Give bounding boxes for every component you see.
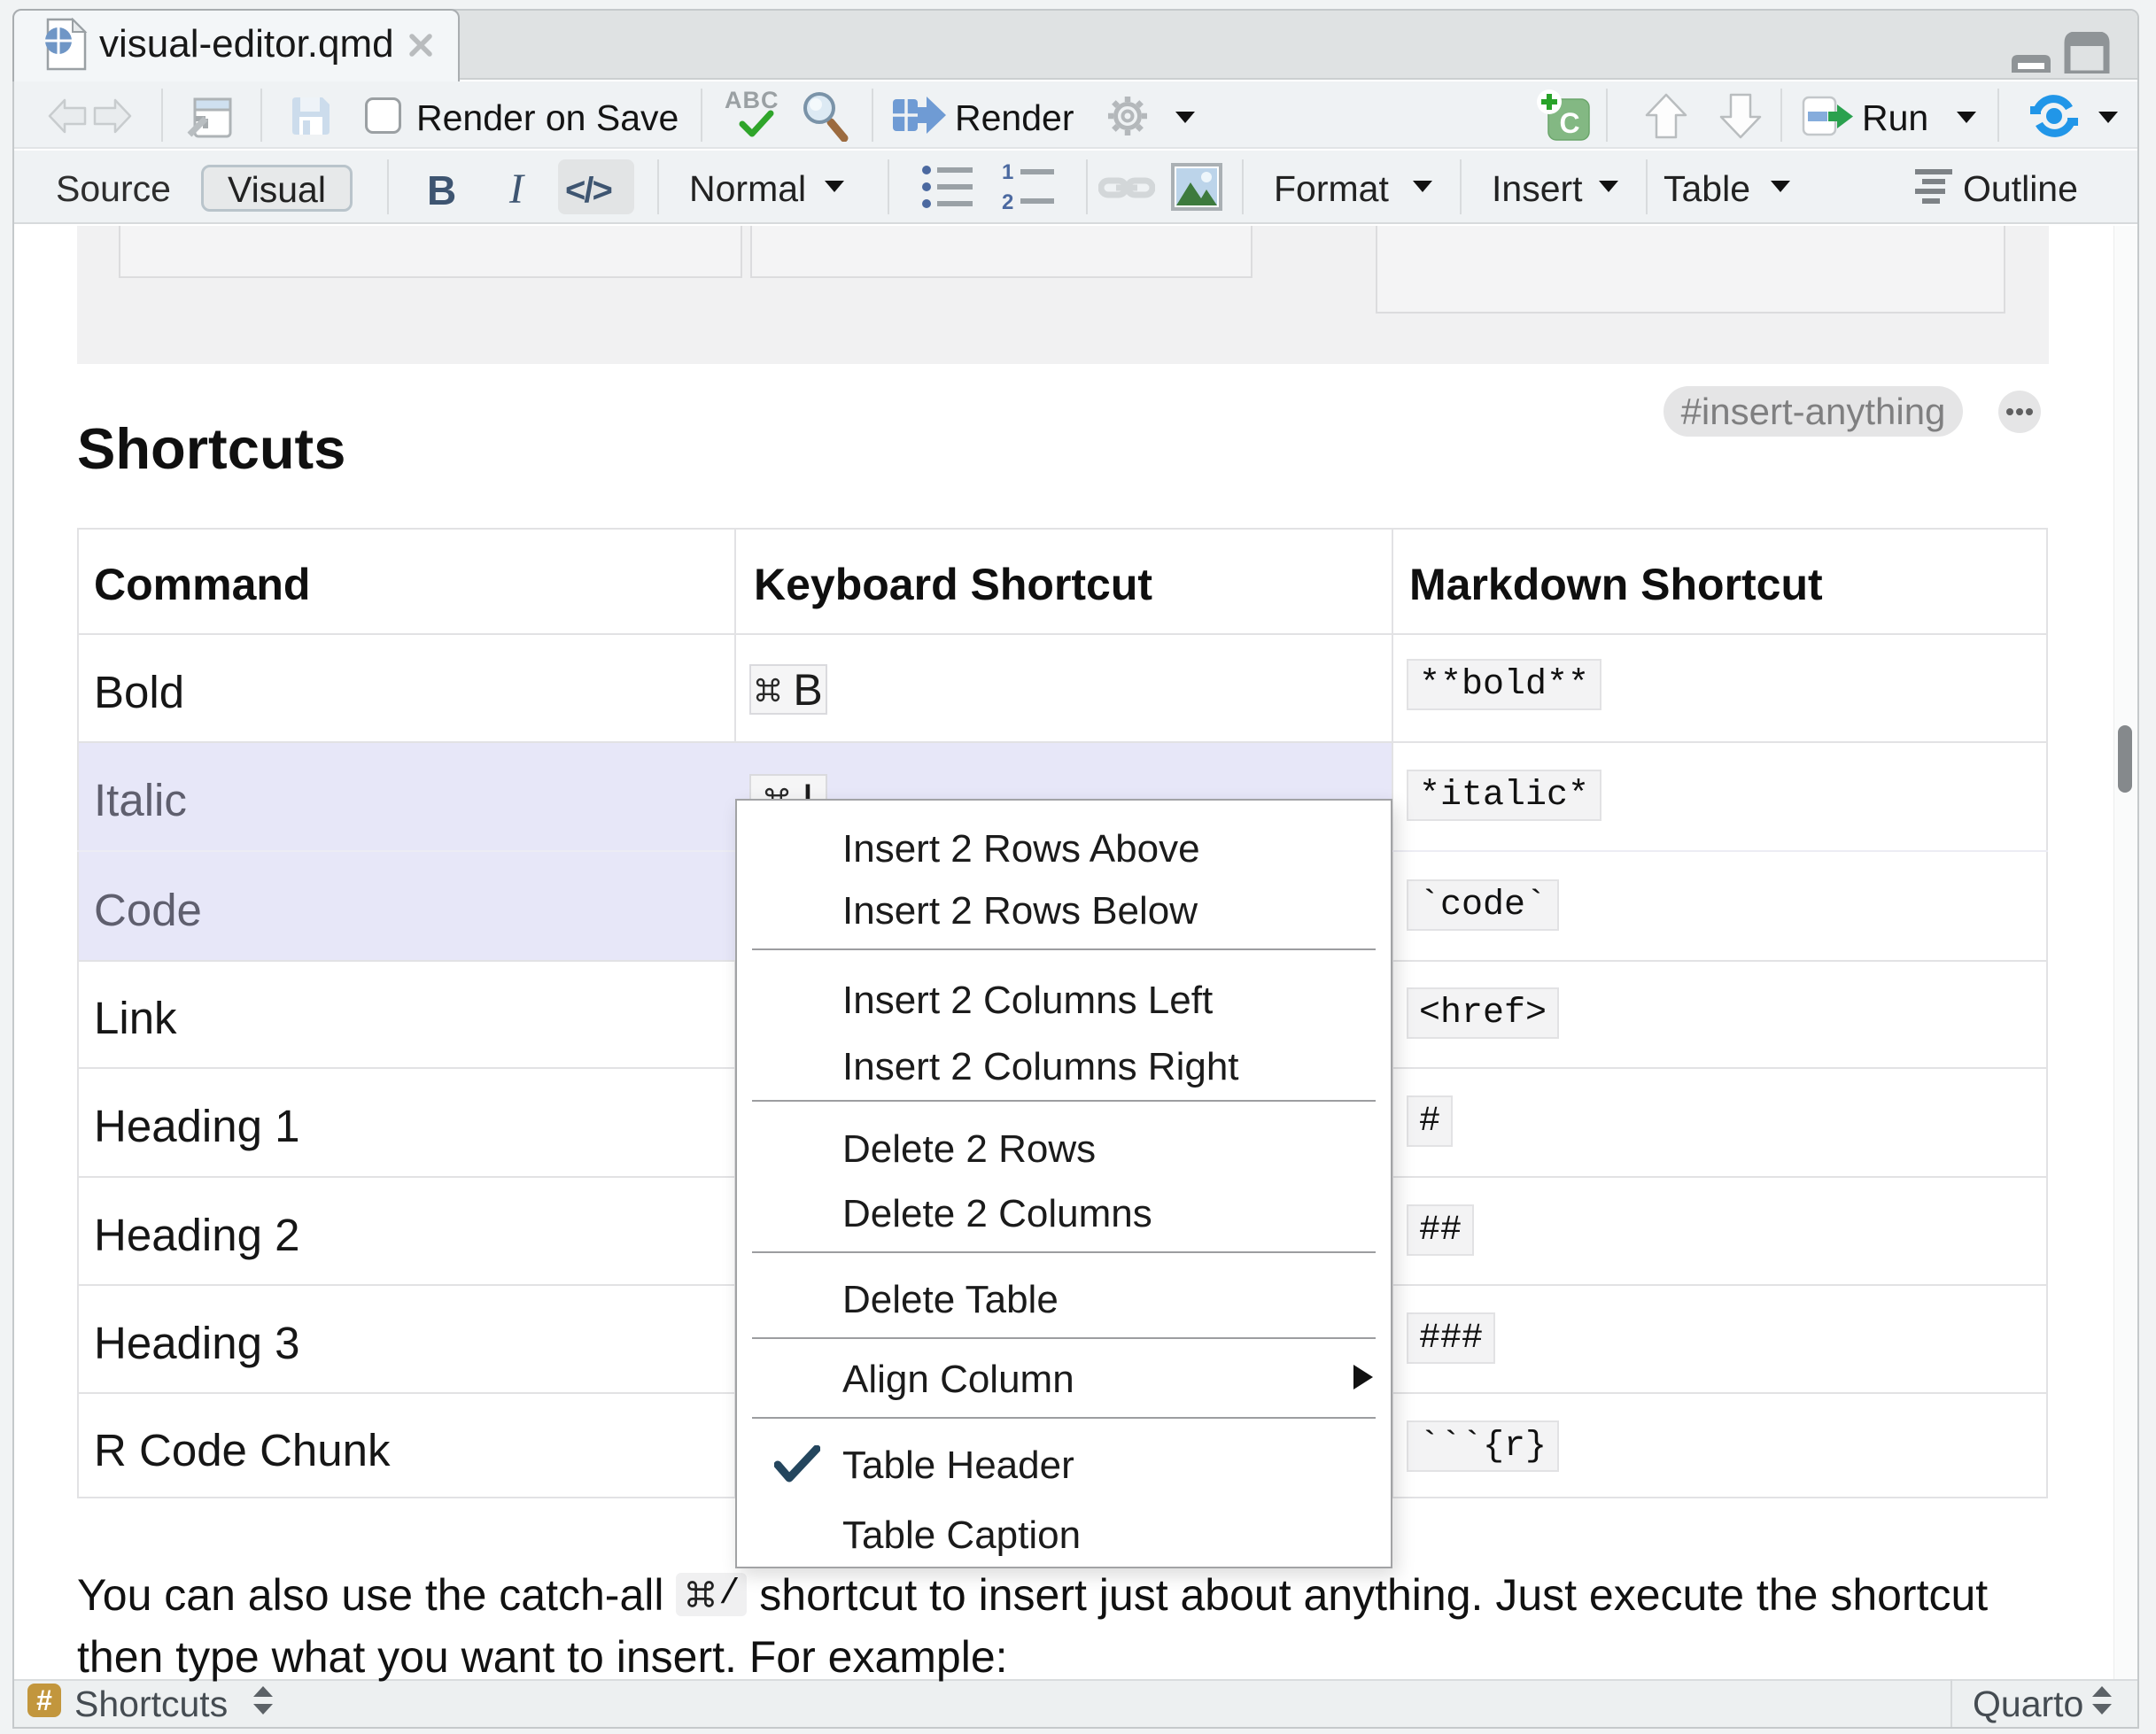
svg-text:2: 2	[1002, 190, 1013, 213]
svg-text:C: C	[1559, 107, 1579, 139]
svg-text:1: 1	[1002, 161, 1013, 184]
